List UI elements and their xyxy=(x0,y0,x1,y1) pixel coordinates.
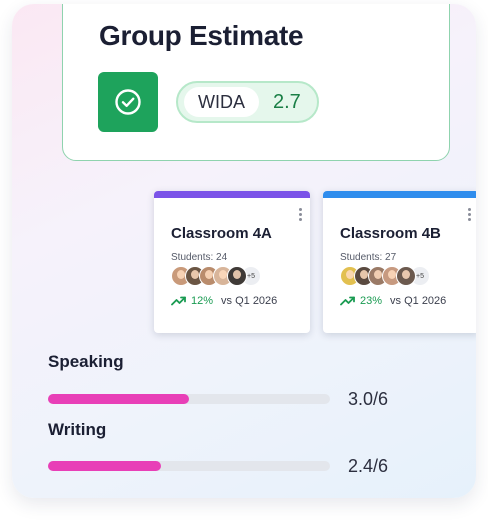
check-circle-icon xyxy=(115,89,141,115)
skill-label-writing: Writing xyxy=(48,420,107,439)
trending-up-icon xyxy=(171,296,186,306)
skill-progress-fill xyxy=(48,394,189,404)
trend-percent: 12% xyxy=(191,295,214,307)
classroom-card-4b[interactable]: Classroom 4B Students: 27 +5 23% vs Q1 2… xyxy=(323,191,476,333)
trend-row: 12% vs Q1 2026 xyxy=(171,294,277,308)
trending-up-icon xyxy=(340,296,355,306)
trend-row: 23% vs Q1 2026 xyxy=(340,294,446,308)
wida-label: WIDA xyxy=(184,87,259,117)
classroom-name: Classroom 4B xyxy=(340,225,441,242)
skill-progress-fill xyxy=(48,461,161,471)
trend-reference: vs Q1 2026 xyxy=(390,295,447,307)
estimate-title: Group Estimate xyxy=(99,20,304,51)
student-avatars: +5 xyxy=(171,266,261,286)
student-count: Students: 27 xyxy=(340,252,397,263)
estimate-card: Group Estimate WIDA 2.7 xyxy=(62,4,450,161)
classroom-card-4a[interactable]: Classroom 4A Students: 24 +5 12% vs Q1 2… xyxy=(154,191,310,333)
card-accent-bar xyxy=(154,191,310,198)
avatar xyxy=(396,266,416,286)
skill-score-writing: 2.4/6 xyxy=(348,456,389,476)
student-avatars: +5 xyxy=(340,266,430,286)
skill-progress-writing xyxy=(48,461,330,471)
trend-percent: 23% xyxy=(360,295,383,307)
skill-progress-speaking xyxy=(48,394,330,404)
classroom-name: Classroom 4A xyxy=(171,225,272,242)
avatar xyxy=(227,266,247,286)
skill-score-speaking: 3.0/6 xyxy=(348,389,389,409)
more-options-icon[interactable] xyxy=(468,208,472,222)
wida-value: 2.7 xyxy=(273,90,301,113)
wida-score-pill: WIDA 2.7 xyxy=(176,81,319,123)
student-count: Students: 24 xyxy=(171,252,228,263)
status-badge xyxy=(98,72,158,132)
trend-reference: vs Q1 2026 xyxy=(221,295,278,307)
card-accent-bar xyxy=(323,191,476,198)
more-options-icon[interactable] xyxy=(299,208,303,222)
skill-label-speaking: Speaking xyxy=(48,352,124,371)
